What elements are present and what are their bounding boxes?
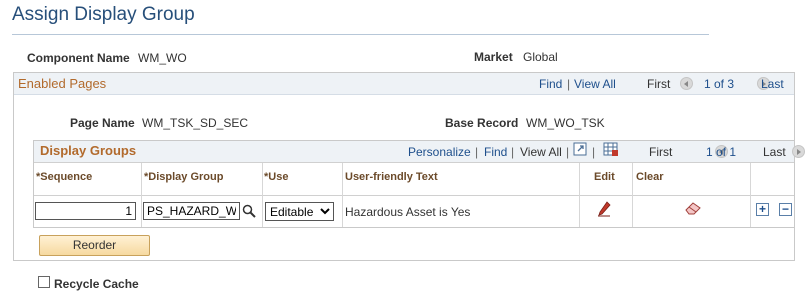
lookup-icon[interactable] bbox=[242, 204, 256, 221]
market-label: Market bbox=[474, 50, 513, 64]
base-record-value: WM_WO_TSK bbox=[526, 116, 605, 130]
enabled-pages-range: 1 of 3 bbox=[704, 77, 735, 91]
enabled-pages-header bbox=[14, 73, 794, 95]
page-name-value: WM_TSK_SD_SEC bbox=[142, 116, 249, 130]
col-divider bbox=[579, 163, 580, 227]
col-edit: Edit bbox=[594, 171, 615, 183]
grid-range: 1 of 1 bbox=[706, 145, 737, 159]
delete-row-icon[interactable]: − bbox=[779, 203, 792, 216]
user-friendly-text-value: Hazardous Asset is Yes bbox=[345, 205, 471, 219]
enabled-pages-title: Enabled Pages bbox=[18, 76, 107, 91]
page-title: Assign Display Group bbox=[12, 4, 195, 25]
link-separator: | bbox=[566, 145, 570, 159]
grid-first-label: First bbox=[649, 145, 673, 159]
eraser-icon[interactable] bbox=[684, 201, 702, 218]
grid-find-link[interactable]: Find bbox=[484, 145, 507, 159]
recycle-cache-label: Recycle Cache bbox=[54, 277, 139, 291]
link-separator: | bbox=[475, 145, 479, 159]
col-divider bbox=[262, 163, 263, 227]
link-separator: | bbox=[567, 77, 571, 91]
pencil-icon[interactable] bbox=[597, 201, 611, 220]
market-value: Global bbox=[523, 50, 558, 64]
grid-view-all-link[interactable]: View All bbox=[520, 145, 562, 159]
recycle-cache-checkbox[interactable] bbox=[38, 276, 50, 288]
use-select[interactable]: Editable bbox=[265, 202, 334, 221]
base-record-label: Base Record bbox=[445, 116, 519, 130]
link-separator: | bbox=[511, 145, 515, 159]
col-divider bbox=[141, 163, 142, 227]
col-divider bbox=[750, 163, 751, 227]
col-divider bbox=[342, 163, 343, 227]
component-name-value: WM_WO bbox=[138, 51, 187, 65]
enabled-pages-last-link[interactable]: Last bbox=[761, 77, 784, 91]
col-divider bbox=[632, 163, 633, 227]
personalize-link[interactable]: Personalize bbox=[408, 145, 471, 159]
display-group-input[interactable] bbox=[143, 202, 240, 220]
col-sequence[interactable]: *Sequence bbox=[36, 171, 92, 183]
display-groups-title: Display Groups bbox=[40, 143, 137, 158]
col-display-group[interactable]: *Display Group bbox=[144, 171, 223, 183]
enabled-pages-view-all-link[interactable]: View All bbox=[574, 77, 616, 91]
col-user-friendly-text[interactable]: User-friendly Text bbox=[345, 171, 438, 183]
next-icon[interactable] bbox=[792, 145, 806, 159]
download-grid-icon[interactable] bbox=[603, 142, 619, 160]
col-use[interactable]: *Use bbox=[264, 171, 288, 183]
enabled-pages-find-link[interactable]: Find bbox=[539, 77, 562, 91]
grid-last-label: Last bbox=[763, 145, 786, 159]
zoom-icon[interactable] bbox=[573, 142, 587, 159]
title-divider bbox=[12, 34, 709, 35]
col-clear: Clear bbox=[636, 171, 664, 183]
sequence-input[interactable] bbox=[35, 202, 136, 220]
reorder-button[interactable]: Reorder bbox=[39, 235, 150, 256]
link-separator: | bbox=[592, 145, 596, 159]
add-row-icon[interactable]: + bbox=[756, 203, 769, 216]
component-name-label: Component Name bbox=[27, 51, 130, 65]
page-name-label: Page Name bbox=[70, 116, 135, 130]
enabled-pages-first-label: First bbox=[647, 77, 671, 91]
